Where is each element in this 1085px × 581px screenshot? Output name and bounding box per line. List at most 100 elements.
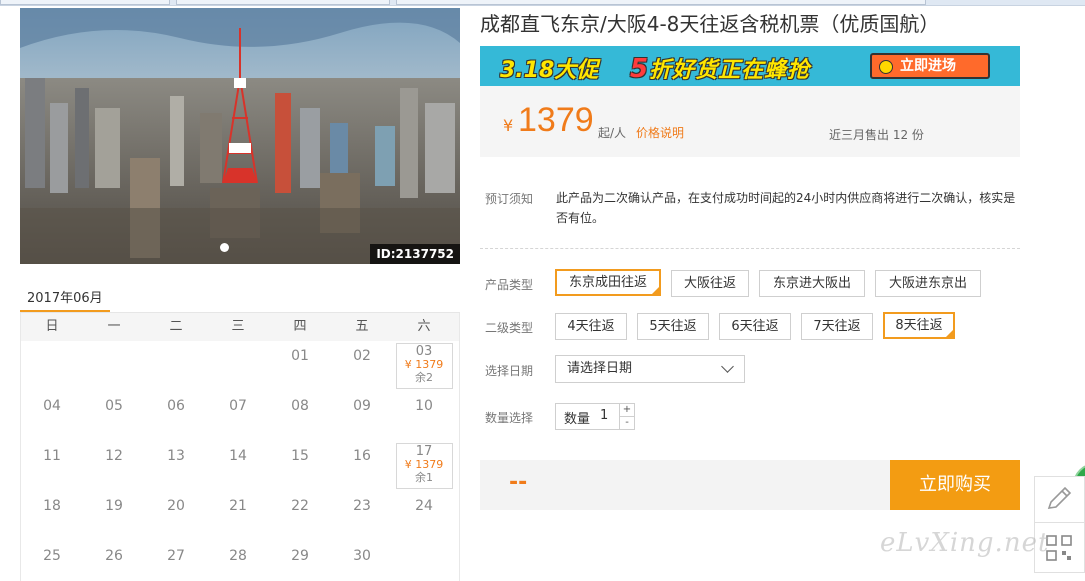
- feedback-button[interactable]: [1034, 476, 1085, 523]
- calendar-day-number: 15: [291, 448, 309, 464]
- calendar-day-number: 25: [43, 548, 61, 564]
- product-type-option[interactable]: 东京进大阪出: [759, 270, 865, 297]
- calendar-day: [207, 341, 269, 391]
- calendar-day-number: 21: [229, 498, 247, 514]
- promo-label: 3.18大促: [500, 58, 599, 83]
- sub-type-label: 二级类型: [485, 321, 534, 335]
- calendar-day-number: 05: [105, 398, 123, 414]
- sub-type-option[interactable]: 7天往返: [801, 313, 873, 340]
- calendar-day: 01: [269, 341, 331, 391]
- price-note-link[interactable]: 价格说明: [636, 124, 684, 141]
- side-toolbar: [1034, 476, 1085, 573]
- calendar-day: 30: [331, 541, 393, 581]
- weekday-label: 四: [293, 319, 307, 334]
- calendar-day: 15: [269, 441, 331, 491]
- quantity-field-label: 数量: [564, 412, 591, 427]
- top-tab: [0, 0, 170, 5]
- date-select-value: 请选择日期: [567, 361, 633, 376]
- photo-id-label: ID:2137752: [370, 244, 460, 264]
- calendar-day: 04: [21, 391, 83, 441]
- quantity-minus-button[interactable]: -: [620, 416, 634, 428]
- notice-label: 预订须知: [485, 192, 534, 206]
- section-divider: [480, 248, 1020, 249]
- price-value: 1379: [518, 101, 594, 139]
- top-tab: [176, 0, 390, 5]
- browser-top-strip: [0, 0, 1085, 6]
- watermark: eLvXing.net: [880, 528, 1050, 558]
- calendar-day-number: 16: [353, 448, 371, 464]
- calendar-week: 25 26 27 28 29 30: [21, 541, 459, 581]
- quantity-stepper[interactable]: 数量 1 + -: [555, 403, 635, 430]
- sub-type-option[interactable]: 5天往返: [637, 313, 709, 340]
- calendar-day-price: ¥ 1379: [404, 458, 444, 471]
- calendar-week: 01 02 03 ¥ 1379 余2: [21, 341, 459, 391]
- buy-now-button[interactable]: 立即购买: [890, 460, 1020, 510]
- carousel-dot[interactable]: [220, 243, 229, 252]
- calendar-day: 23: [331, 491, 393, 541]
- calendar-day: 02: [331, 341, 393, 391]
- promo-slogan-text: 折好货正在蜂抢: [649, 58, 811, 83]
- sold-count: 近三月售出 12 份: [829, 128, 924, 142]
- purchase-bar: -- 立即购买: [480, 460, 1020, 510]
- calendar-day-number: 07: [229, 398, 247, 414]
- calendar-day-number: 08: [291, 398, 309, 414]
- calendar-day-number: 30: [353, 548, 371, 564]
- calendar-day-remaining: 余2: [415, 371, 433, 384]
- promo-banner[interactable]: 3.18大促 5折好货正在蜂抢 立即进场: [480, 46, 1020, 86]
- chevron-down-icon: [721, 360, 734, 373]
- calendar-day-number: 14: [229, 448, 247, 464]
- calendar-day-number: 02: [353, 348, 371, 364]
- calendar-days: 01 02 03 ¥ 1379 余2 04 05 06 07 08 09 10 11 12 13 14 15 16…: [21, 341, 459, 581]
- calendar-day: 08: [269, 391, 331, 441]
- product-title: 成都直飞东京/大阪4-8天往返含税机票（优质国航）: [480, 12, 940, 36]
- calendar-day-number: 10: [415, 398, 433, 414]
- quantity-label: 数量选择: [485, 411, 534, 425]
- calendar-day: 13: [145, 441, 207, 491]
- tokyo-skyline-image: [20, 8, 460, 264]
- calendar-day: 24: [393, 491, 455, 541]
- calendar-day: 29: [269, 541, 331, 581]
- quantity-plus-button[interactable]: +: [620, 404, 634, 416]
- calendar-week: 04 05 06 07 08 09 10: [21, 391, 459, 441]
- price-calendar: 日 一 二 三 四 五 六 01 02 03 ¥ 1379 余2 04 05 06 07 08 09…: [20, 313, 460, 581]
- product-type-option[interactable]: 东京成田往返: [555, 269, 661, 296]
- calendar-day: 11: [21, 441, 83, 491]
- calendar-week: 18 19 20 21 22 23 24: [21, 491, 459, 541]
- calendar-day-number: 03: [415, 344, 433, 359]
- calendar-day: 21: [207, 491, 269, 541]
- calendar-day-available[interactable]: 03 ¥ 1379 余2: [393, 341, 455, 391]
- quantity-value[interactable]: 1: [600, 408, 608, 423]
- calendar-day: 20: [145, 491, 207, 541]
- calendar-day-number: [393, 541, 455, 548]
- product-type-option[interactable]: 大阪往返: [671, 270, 749, 297]
- promo-enter-button[interactable]: 立即进场: [870, 53, 990, 79]
- date-select[interactable]: 请选择日期: [555, 355, 745, 383]
- calendar-day: [393, 541, 455, 581]
- calendar-day-number: 11: [43, 448, 61, 464]
- product-type-option[interactable]: 大阪进东京出: [875, 270, 981, 297]
- calendar-week: 11 12 13 14 15 16 17 ¥ 1379 余1: [21, 441, 459, 491]
- sub-type-option[interactable]: 4天往返: [555, 313, 627, 340]
- calendar-day-number: [83, 341, 145, 348]
- calendar-day-number: 20: [167, 498, 185, 514]
- calendar-day-number: 01: [291, 348, 309, 364]
- calendar-day: [145, 341, 207, 391]
- calendar-day: 19: [83, 491, 145, 541]
- weekday-label: 五: [355, 319, 369, 334]
- calendar-day: 05: [83, 391, 145, 441]
- calendar-month-tab[interactable]: 2017年06月: [20, 283, 110, 313]
- sub-type-option[interactable]: 6天往返: [719, 313, 791, 340]
- calendar-day-available[interactable]: 17 ¥ 1379 余1: [393, 441, 455, 491]
- calendar-day-number: 13: [167, 448, 185, 464]
- calendar-day-number: 23: [353, 498, 371, 514]
- calendar-day: 06: [145, 391, 207, 441]
- price-currency: ¥: [503, 116, 514, 135]
- calendar-day-number: 26: [105, 548, 123, 564]
- quantity-buttons: + -: [619, 404, 634, 429]
- calendar-day-number: 18: [43, 498, 61, 514]
- sub-type-option[interactable]: 8天往返: [883, 312, 955, 339]
- promo-five: 5: [630, 54, 650, 84]
- calendar-day: 14: [207, 441, 269, 491]
- product-photo[interactable]: ID:2137752: [20, 8, 460, 264]
- weekday-label: 六: [417, 319, 431, 334]
